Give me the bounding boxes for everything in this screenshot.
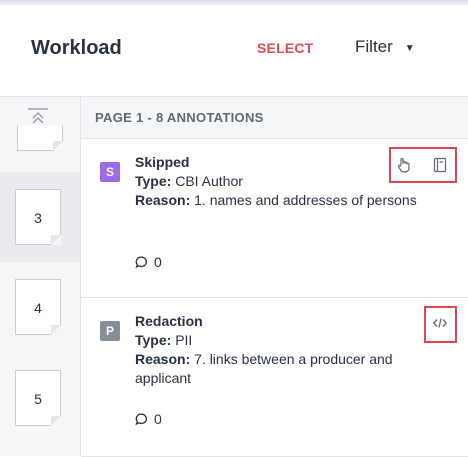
- scroll-to-top-icon[interactable]: [24, 107, 52, 127]
- comment-count: 0: [154, 254, 162, 270]
- page-number: 4: [34, 300, 42, 316]
- annotation-type-badge: P: [100, 321, 120, 341]
- page-thumbnail-3[interactable]: 3: [15, 189, 61, 245]
- type-label: Type:: [135, 332, 172, 348]
- type-value: PII: [175, 332, 193, 348]
- comments-count[interactable]: 0: [135, 411, 162, 427]
- annotation-type: Type: PII: [135, 331, 435, 350]
- highlight-box: [424, 306, 457, 343]
- annotation-reason: Reason: 1. names and addresses of person…: [135, 191, 435, 210]
- annotation-type-badge: S: [100, 162, 120, 182]
- highlight-box: [389, 147, 457, 183]
- page-number: 5: [34, 391, 42, 407]
- page-heading: PAGE 1 - 8 ANNOTATIONS: [95, 110, 264, 125]
- filter-label: Filter: [355, 37, 393, 56]
- filter-dropdown[interactable]: Filter ▼: [355, 37, 415, 57]
- comment-icon: [135, 413, 147, 425]
- page-thumbnail-2[interactable]: [17, 125, 63, 151]
- reason-label: Reason:: [135, 351, 191, 367]
- page-number: 3: [34, 210, 42, 226]
- page-thumbnail-5[interactable]: 5: [15, 370, 61, 426]
- type-value: CBI Author: [175, 173, 243, 189]
- page-thumbnail-4[interactable]: 4: [15, 279, 61, 335]
- select-button[interactable]: SELECT: [257, 40, 313, 56]
- type-label: Type:: [135, 173, 172, 189]
- caret-down-icon: ▼: [404, 42, 415, 54]
- annotation-card[interactable]: P Redaction Type: PII Reason: 7. links b…: [81, 298, 468, 457]
- reason-label: Reason:: [135, 192, 191, 208]
- annotation-reason: Reason: 7. links between a producer and …: [135, 350, 435, 388]
- comment-count: 0: [154, 411, 162, 427]
- comment-icon: [135, 256, 147, 268]
- annotation-card[interactable]: S Skipped Type: CBI Author Reason: 1. na…: [81, 139, 468, 298]
- annotations-header: PAGE 1 - 8 ANNOTATIONS: [81, 97, 468, 139]
- page-title: Workload: [31, 37, 122, 59]
- annotation-name: Skipped: [135, 154, 190, 170]
- page-thumbnails-panel: 3 4 5: [0, 97, 81, 456]
- comments-count[interactable]: 0: [135, 254, 162, 270]
- reason-value: 1. names and addresses of persons: [194, 192, 417, 208]
- annotation-name: Redaction: [135, 313, 203, 329]
- header: Workload SELECT Filter ▼: [0, 5, 468, 97]
